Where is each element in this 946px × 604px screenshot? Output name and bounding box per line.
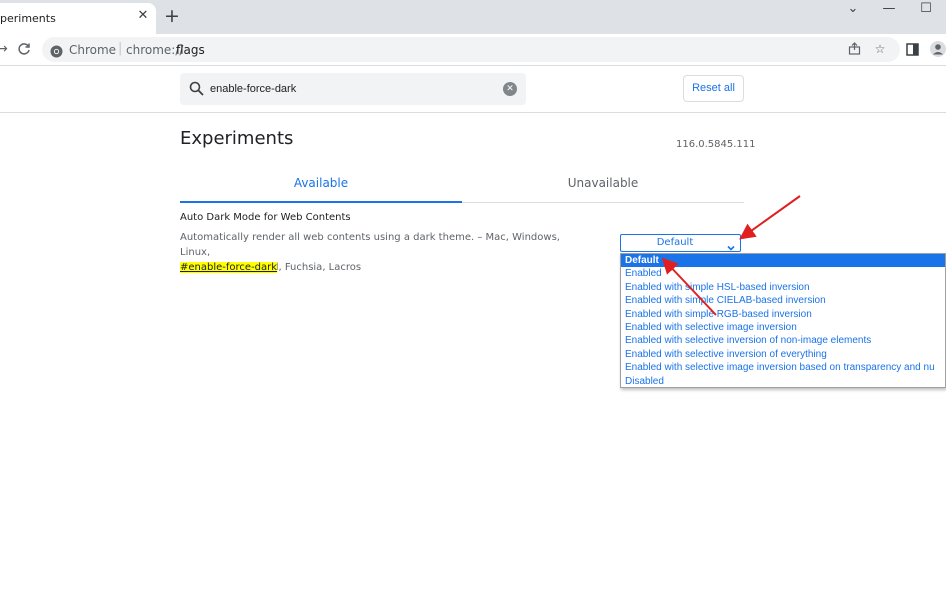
- bookmark-star-icon[interactable]: ☆: [872, 40, 888, 58]
- tab-strip: periments ✕ + ⌄ — ☐: [0, 0, 946, 34]
- page-title: Experiments: [180, 128, 294, 149]
- clear-search-icon[interactable]: ✕: [503, 82, 517, 96]
- flag-description-line: Automatically render all web contents us…: [180, 232, 560, 258]
- reset-all-button[interactable]: Reset all: [683, 75, 744, 102]
- dropdown-option[interactable]: Enabled with selective image inversion: [621, 321, 945, 334]
- flag-title: Auto Dark Mode for Web Contents: [180, 212, 351, 223]
- chevron-down-icon: [726, 238, 736, 251]
- dropdown-option[interactable]: Enabled with simple HSL-based inversion: [621, 281, 945, 294]
- flag-options-dropdown: Default Enabled Enabled with simple HSL-ba…: [620, 253, 946, 388]
- url-prefix: chrome://: [126, 43, 184, 57]
- tab-search-icon[interactable]: ⌄: [836, 0, 870, 18]
- dropdown-option[interactable]: Enabled with simple CIELAB-based inversi…: [621, 294, 945, 307]
- flag-permalink[interactable]: #enable-force-dark: [180, 262, 278, 273]
- dropdown-option[interactable]: Enabled with selective inversion of non-…: [621, 334, 945, 347]
- search-box[interactable]: ✕: [180, 73, 526, 105]
- select-value: Default: [656, 237, 694, 248]
- active-tab-indicator: [180, 201, 462, 203]
- dropdown-option[interactable]: Enabled with selective inversion of ever…: [621, 348, 945, 361]
- maximize-icon[interactable]: ☐: [909, 0, 943, 18]
- close-tab-icon[interactable]: ✕: [136, 9, 150, 23]
- search-input[interactable]: [210, 81, 500, 97]
- flag-state-select[interactable]: Default: [620, 234, 741, 252]
- forward-arrow-icon[interactable]: →: [0, 39, 10, 59]
- dropdown-option[interactable]: Disabled: [621, 375, 945, 387]
- dropdown-option[interactable]: Enabled with simple RGB-based inversion: [621, 308, 945, 321]
- tab-available[interactable]: Available: [180, 176, 462, 190]
- tab-unavailable[interactable]: Unavailable: [462, 176, 744, 190]
- flag-link-text: enable-force-dark: [188, 262, 278, 273]
- new-tab-button[interactable]: +: [164, 7, 180, 26]
- site-name: Chrome: [69, 43, 117, 57]
- browser-toolbar: → Chrome | chrome:// flags ☆: [0, 34, 946, 66]
- dropdown-option[interactable]: Enabled with selective image inversion b…: [621, 361, 945, 374]
- browser-tab[interactable]: periments ✕: [0, 3, 156, 34]
- experiments-tabs: Available Unavailable: [180, 170, 744, 203]
- search-icon: [189, 81, 204, 96]
- address-bar[interactable]: Chrome | chrome:// flags ☆: [42, 37, 900, 62]
- minimize-icon[interactable]: —: [872, 0, 906, 18]
- flags-header: ✕ Reset all: [0, 66, 946, 113]
- profile-icon[interactable]: [930, 39, 946, 59]
- dropdown-option[interactable]: Enabled: [621, 267, 945, 280]
- url-separator: |: [118, 41, 123, 56]
- dropdown-option-selected[interactable]: Default: [621, 254, 945, 268]
- reload-icon[interactable]: [16, 39, 32, 59]
- version-label: 116.0.5845.111: [676, 139, 756, 150]
- side-panel-icon[interactable]: [904, 39, 920, 59]
- tab-title: periments: [0, 12, 56, 25]
- chrome-logo-icon: [50, 43, 63, 58]
- share-icon[interactable]: [846, 40, 862, 58]
- url-path: flags: [176, 43, 205, 57]
